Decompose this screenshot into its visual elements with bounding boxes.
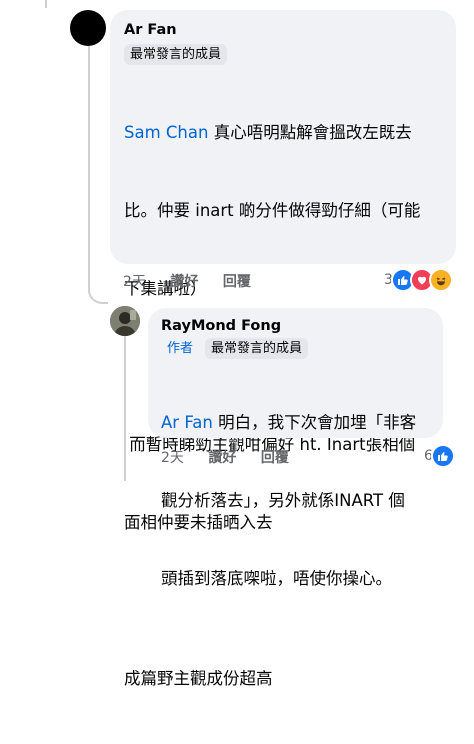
reply-bubble: RayMond Fong 作者 最常發言的成員 Ar Fan 明白，我下次會加埋… xyxy=(148,308,443,588)
reply-button[interactable]: 回覆 xyxy=(261,450,289,466)
comment-line-2: 比。仲要 inart 啲分件做得勁仔細（可能 xyxy=(124,201,421,220)
comment-actions: 2天 讚好 回覆 xyxy=(123,271,271,291)
reply-button[interactable]: 回覆 xyxy=(223,274,251,290)
avatar[interactable] xyxy=(70,10,106,46)
avatar[interactable] xyxy=(110,306,140,336)
like-button[interactable]: 讚好 xyxy=(170,274,198,290)
reply-time[interactable]: 2天 xyxy=(161,450,184,466)
reply-author[interactable]: RayMond Fong xyxy=(161,318,281,334)
comment-line-1: Sam Chan 真心唔明點解會搵改左既去 xyxy=(124,123,412,142)
reply-actions: 2天 讚好 回覆 xyxy=(161,447,309,467)
member-badge: 最常發言的成員 xyxy=(205,338,309,359)
haha-reaction-icon xyxy=(428,268,453,292)
reply-line-2: 觀分析落去」，另外就係INART 個 xyxy=(161,491,405,510)
mention-link[interactable]: Sam Chan xyxy=(124,123,208,142)
reply-text: Ar Fan 明白，我下次會加埋「非客 觀分析落去」，另外就係INART 個 頭… xyxy=(161,358,416,644)
comment-author[interactable]: Ar Fan xyxy=(124,22,177,38)
comment-bubble: Ar Fan 最常發言的成員 Sam Chan 真心唔明點解會搵改左既去 比。仲… xyxy=(110,10,456,688)
like-reaction-icon xyxy=(430,444,455,468)
reply-line-1: Ar Fan 明白，我下次會加埋「非客 xyxy=(161,413,417,432)
thread-line-top xyxy=(45,0,47,8)
reply-line-3: 頭插到落底㗎啦，唔使你操心。 xyxy=(161,569,392,588)
author-badge: 作者 xyxy=(167,341,194,356)
like-button[interactable]: 讚好 xyxy=(208,450,236,466)
comment-line-8: 成篇野主觀成份超高 xyxy=(124,669,273,688)
reply-reactions[interactable]: 6 xyxy=(424,444,455,468)
member-badge: 最常發言的成員 xyxy=(124,44,228,65)
mention-link[interactable]: Ar Fan xyxy=(161,413,213,432)
thread-line-main xyxy=(88,42,90,282)
comment-reactions[interactable]: 3 xyxy=(384,268,453,292)
comment-time[interactable]: 2天 xyxy=(123,274,146,290)
thread-line-curve xyxy=(88,280,108,304)
